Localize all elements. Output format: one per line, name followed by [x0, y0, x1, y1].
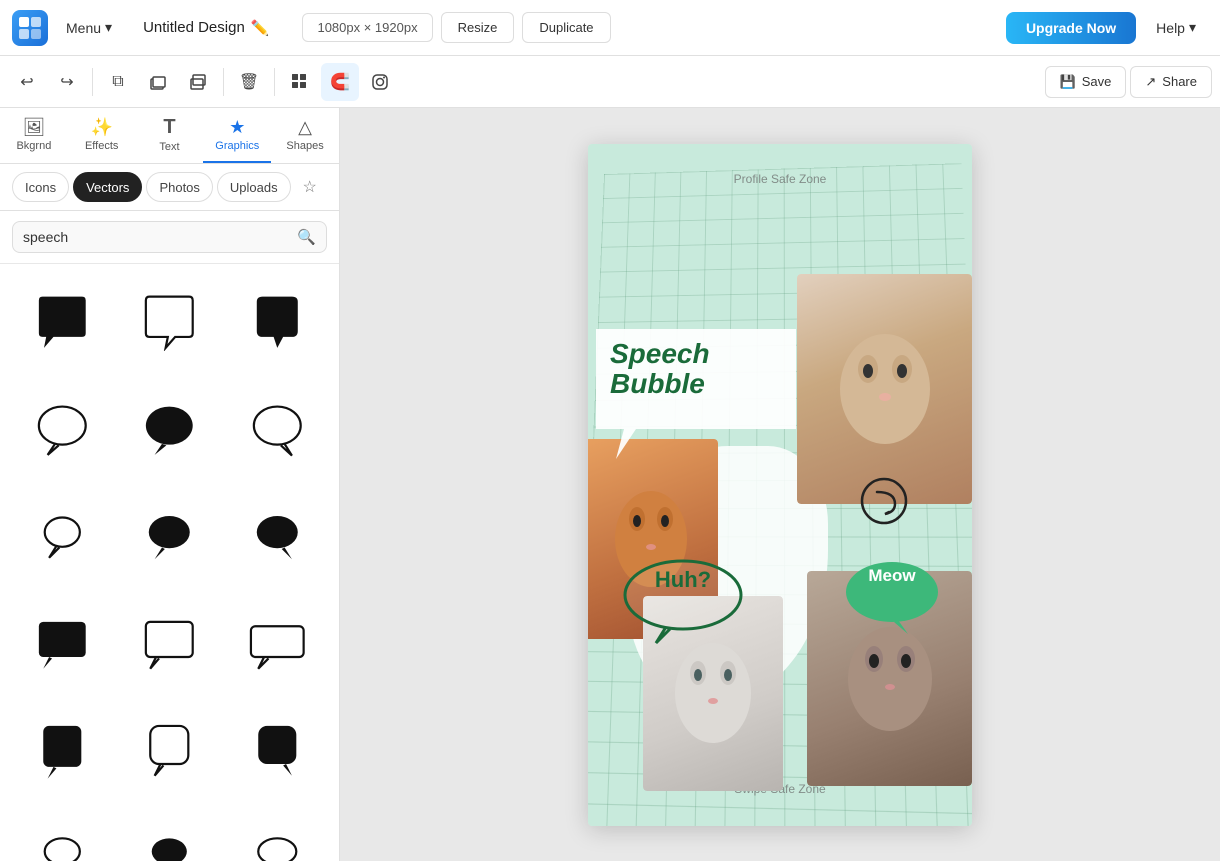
instagram-button[interactable] — [361, 63, 399, 101]
resize-button[interactable]: Resize — [441, 12, 515, 43]
bubble-item-1[interactable] — [12, 272, 112, 372]
speech-bubble-huh[interactable]: Huh? — [618, 551, 748, 651]
share-icon: ↗ — [1145, 74, 1156, 90]
profile-safe-zone: Profile Safe Zone — [588, 172, 972, 186]
search-icon[interactable]: 🔍 — [297, 228, 316, 246]
tab-icons[interactable]: Icons — [12, 172, 69, 202]
huh-text: Huh? — [618, 567, 748, 593]
toolbar-separator-1 — [92, 68, 93, 96]
canvas-background: Profile Safe Zone Swipe Safe Zone ALL NA… — [588, 144, 972, 826]
tab-vectors[interactable]: Vectors — [73, 172, 142, 202]
bubble-item-5[interactable] — [120, 380, 220, 480]
graphics-label: Graphics — [215, 140, 259, 152]
duplicate-button[interactable]: Duplicate — [522, 12, 610, 43]
speech-bubble-white[interactable]: SpeechBubble — [596, 329, 796, 464]
bubble-item-8[interactable] — [120, 487, 220, 587]
bkgrnd-icon: 🖼 — [22, 117, 45, 138]
bubble-item-4[interactable] — [12, 380, 112, 480]
help-button[interactable]: Help ▾ — [1144, 13, 1208, 42]
document-title: Untitled Design — [143, 19, 245, 36]
text-label: Text — [159, 141, 179, 153]
bubble-item-15[interactable] — [227, 703, 327, 803]
graphics-icon: ★ — [229, 117, 245, 138]
grid-button[interactable] — [281, 63, 319, 101]
menu-button[interactable]: Menu ▾ — [56, 13, 122, 42]
search-wrap: 🔍 — [12, 221, 327, 253]
magnet-button[interactable]: 🧲 — [321, 63, 359, 101]
nav-graphics[interactable]: ★ Graphics — [203, 108, 271, 163]
edit-title-icon: ✏️ — [251, 19, 270, 37]
bubble-item-13[interactable] — [12, 703, 112, 803]
toolbar-separator-3 — [274, 68, 275, 96]
bubble-item-12[interactable] — [227, 595, 327, 695]
text-icon: T — [163, 116, 175, 139]
menu-label: Menu — [66, 20, 101, 36]
canvas-frame: Profile Safe Zone Swipe Safe Zone ALL NA… — [588, 144, 972, 826]
dimensions-display: 1080px × 1920px — [302, 13, 432, 42]
menu-chevron-icon: ▾ — [105, 19, 112, 36]
bubble-item-3[interactable] — [227, 272, 327, 372]
favorites-button[interactable]: ☆ — [295, 172, 325, 202]
canvas-area[interactable]: Profile Safe Zone Swipe Safe Zone ALL NA… — [340, 108, 1220, 861]
bubble-item-16[interactable] — [12, 810, 112, 861]
speech-bubble-text: SpeechBubble — [610, 339, 710, 401]
bubble-item-17[interactable] — [120, 810, 220, 861]
sub-tabs: Icons Vectors Photos Uploads ☆ — [0, 164, 339, 211]
nav-text[interactable]: T Text — [136, 108, 204, 163]
bubble-grid — [0, 264, 339, 861]
bubble-item-10[interactable] — [12, 595, 112, 695]
save-icon: 💾 — [1060, 74, 1076, 90]
effects-icon: ✨ — [90, 117, 112, 138]
bubble-item-2[interactable] — [120, 272, 220, 372]
bkgrnd-label: Bkgrnd — [16, 140, 51, 152]
nav-bkgrnd[interactable]: 🖼 Bkgrnd — [0, 108, 68, 163]
document-title-area[interactable]: Untitled Design ✏️ — [130, 12, 282, 44]
shapes-icon: △ — [298, 117, 312, 138]
share-label: Share — [1162, 74, 1197, 89]
bubble-item-11[interactable] — [120, 595, 220, 695]
bubble-item-7[interactable] — [12, 487, 112, 587]
share-button[interactable]: ↗ Share — [1130, 66, 1212, 98]
bubble-item-18[interactable] — [227, 810, 327, 861]
help-chevron-icon: ▾ — [1189, 19, 1196, 36]
save-button[interactable]: 💾 Save — [1045, 66, 1127, 98]
app-logo — [12, 10, 48, 46]
tab-uploads[interactable]: Uploads — [217, 172, 291, 202]
toolbar-separator-2 — [223, 68, 224, 96]
delete-button[interactable]: 🗑 — [230, 63, 268, 101]
effects-label: Effects — [85, 140, 118, 152]
undo-button[interactable]: ↩ — [8, 63, 46, 101]
bubble-item-9[interactable] — [227, 487, 327, 587]
search-area: 🔍 — [0, 211, 339, 264]
copy-button[interactable]: ⧉ — [99, 63, 137, 101]
meow-text: Meow — [842, 566, 942, 586]
bubble-item-14[interactable] — [120, 703, 220, 803]
cat-white-image[interactable] — [797, 274, 972, 504]
layer-down-button[interactable] — [139, 63, 177, 101]
tab-photos[interactable]: Photos — [146, 172, 212, 202]
upgrade-button[interactable]: Upgrade Now — [1006, 12, 1136, 44]
toolbar-right-actions: 💾 Save ↗ Share — [1045, 66, 1212, 98]
layer-up-button[interactable] — [179, 63, 217, 101]
speech-bubble-meow[interactable]: Meow — [842, 556, 942, 641]
nav-effects[interactable]: ✨ Effects — [68, 108, 136, 163]
nav-shapes[interactable]: △ Shapes — [271, 108, 339, 163]
circle-arrow-element[interactable] — [857, 474, 912, 534]
left-nav: 🖼 Bkgrnd ✨ Effects T Text ★ Graphics △ S… — [0, 108, 339, 164]
search-input[interactable] — [23, 229, 291, 245]
bubble-item-6[interactable] — [227, 380, 327, 480]
help-label: Help — [1156, 20, 1185, 36]
redo-button[interactable]: ↪ — [48, 63, 86, 101]
save-label: Save — [1082, 74, 1112, 89]
shapes-label: Shapes — [286, 140, 323, 152]
